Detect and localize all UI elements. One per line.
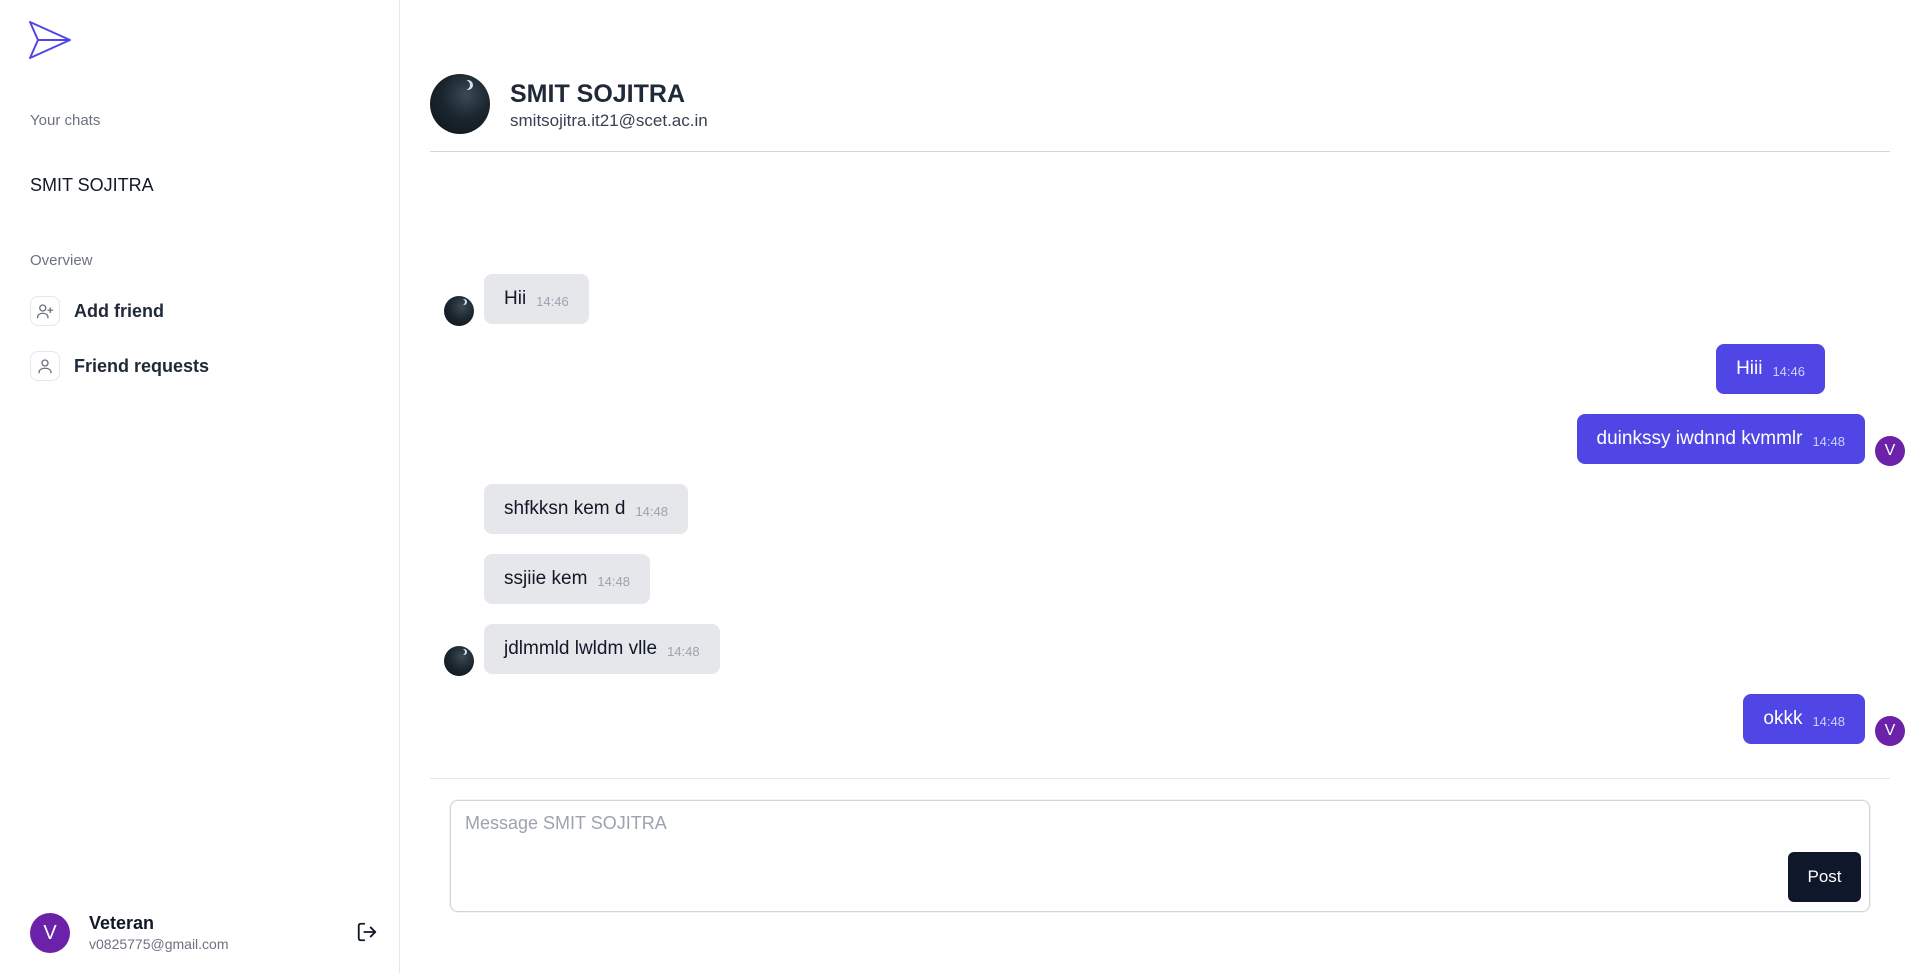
message-time: 14:48: [1812, 434, 1845, 449]
message-row: Hiii 14:46: [1716, 344, 1865, 394]
post-button[interactable]: Post: [1788, 852, 1861, 902]
user-icon: [30, 351, 60, 381]
message-row: duinkssy iwdnnd kvmmlr 14:48 V: [1576, 414, 1905, 466]
overview-label: Overview: [30, 252, 93, 269]
sender-avatar: [444, 646, 474, 676]
message-row: jdlmmld lwldm vlle 14:48: [444, 624, 720, 676]
message-time: 14:46: [536, 294, 569, 309]
app: Your chats SMIT SOJITRA Overview Add fri…: [0, 0, 1919, 973]
message-bubble: okkk 14:48: [1743, 694, 1865, 744]
message-row: ssjiie kem 14:48: [484, 554, 650, 604]
sidebar-chat-smit-sojitra[interactable]: SMIT SOJITRA: [30, 175, 154, 196]
message-bubble: duinkssy iwdnnd kvmmlr 14:48: [1576, 414, 1865, 464]
message-text: shfkksn kem d: [504, 498, 626, 519]
message-time: 14:48: [1812, 714, 1845, 729]
user-plus-icon: [30, 296, 60, 326]
self-avatar: V: [1875, 436, 1905, 466]
sidebar-item-friend-requests[interactable]: Friend requests: [30, 351, 209, 381]
self-avatar: V: [1875, 716, 1905, 746]
message-text: Hii: [504, 288, 527, 309]
friend-requests-label: Friend requests: [74, 355, 210, 376]
user-profile: V Veteran v0825775@gmail.com: [30, 912, 229, 954]
paper-plane-icon[interactable]: [28, 20, 72, 60]
profile-email: v0825775@gmail.com: [89, 936, 229, 952]
message-text: jdlmmld lwldm vlle: [504, 638, 658, 659]
avatar: V: [30, 913, 70, 953]
your-chats-label: Your chats: [30, 112, 101, 129]
message-text: duinkssy iwdnnd kvmmlr: [1596, 428, 1803, 449]
message-bubble: jdlmmld lwldm vlle 14:48: [484, 624, 720, 674]
sidebar-item-add-friend[interactable]: Add friend: [30, 296, 164, 326]
add-friend-label: Add friend: [74, 300, 164, 321]
message-text: ssjiie kem: [504, 568, 588, 589]
sidebar: Your chats SMIT SOJITRA Overview Add fri…: [0, 0, 400, 973]
message-list: Hii 14:46 Hiii 14:46 duinkssy iwdnnd kvm…: [400, 0, 1919, 780]
message-row: okkk 14:48 V: [1743, 694, 1905, 746]
message-bubble: shfkksn kem d 14:48: [484, 484, 688, 534]
sender-avatar: [444, 296, 474, 326]
message-composer: Post: [450, 800, 1870, 912]
message-text: Hiii: [1736, 358, 1763, 379]
message-bubble: Hii 14:46: [484, 274, 589, 324]
message-time: 14:48: [635, 504, 668, 519]
chat-panel: SMIT SOJITRA smitsojitra.it21@scet.ac.in…: [400, 0, 1919, 973]
composer-divider: [430, 778, 1890, 779]
message-bubble: Hiii 14:46: [1716, 344, 1825, 394]
message-text: okkk: [1763, 708, 1803, 729]
logout-icon[interactable]: [356, 921, 378, 943]
profile-name: Veteran: [89, 913, 155, 933]
message-time: 14:48: [597, 574, 630, 589]
message-row: shfkksn kem d 14:48: [484, 484, 688, 534]
message-time: 14:48: [667, 644, 700, 659]
message-bubble: ssjiie kem 14:48: [484, 554, 650, 604]
message-input[interactable]: [465, 813, 1565, 873]
message-time: 14:46: [1772, 364, 1805, 379]
message-row: Hii 14:46: [444, 274, 589, 326]
